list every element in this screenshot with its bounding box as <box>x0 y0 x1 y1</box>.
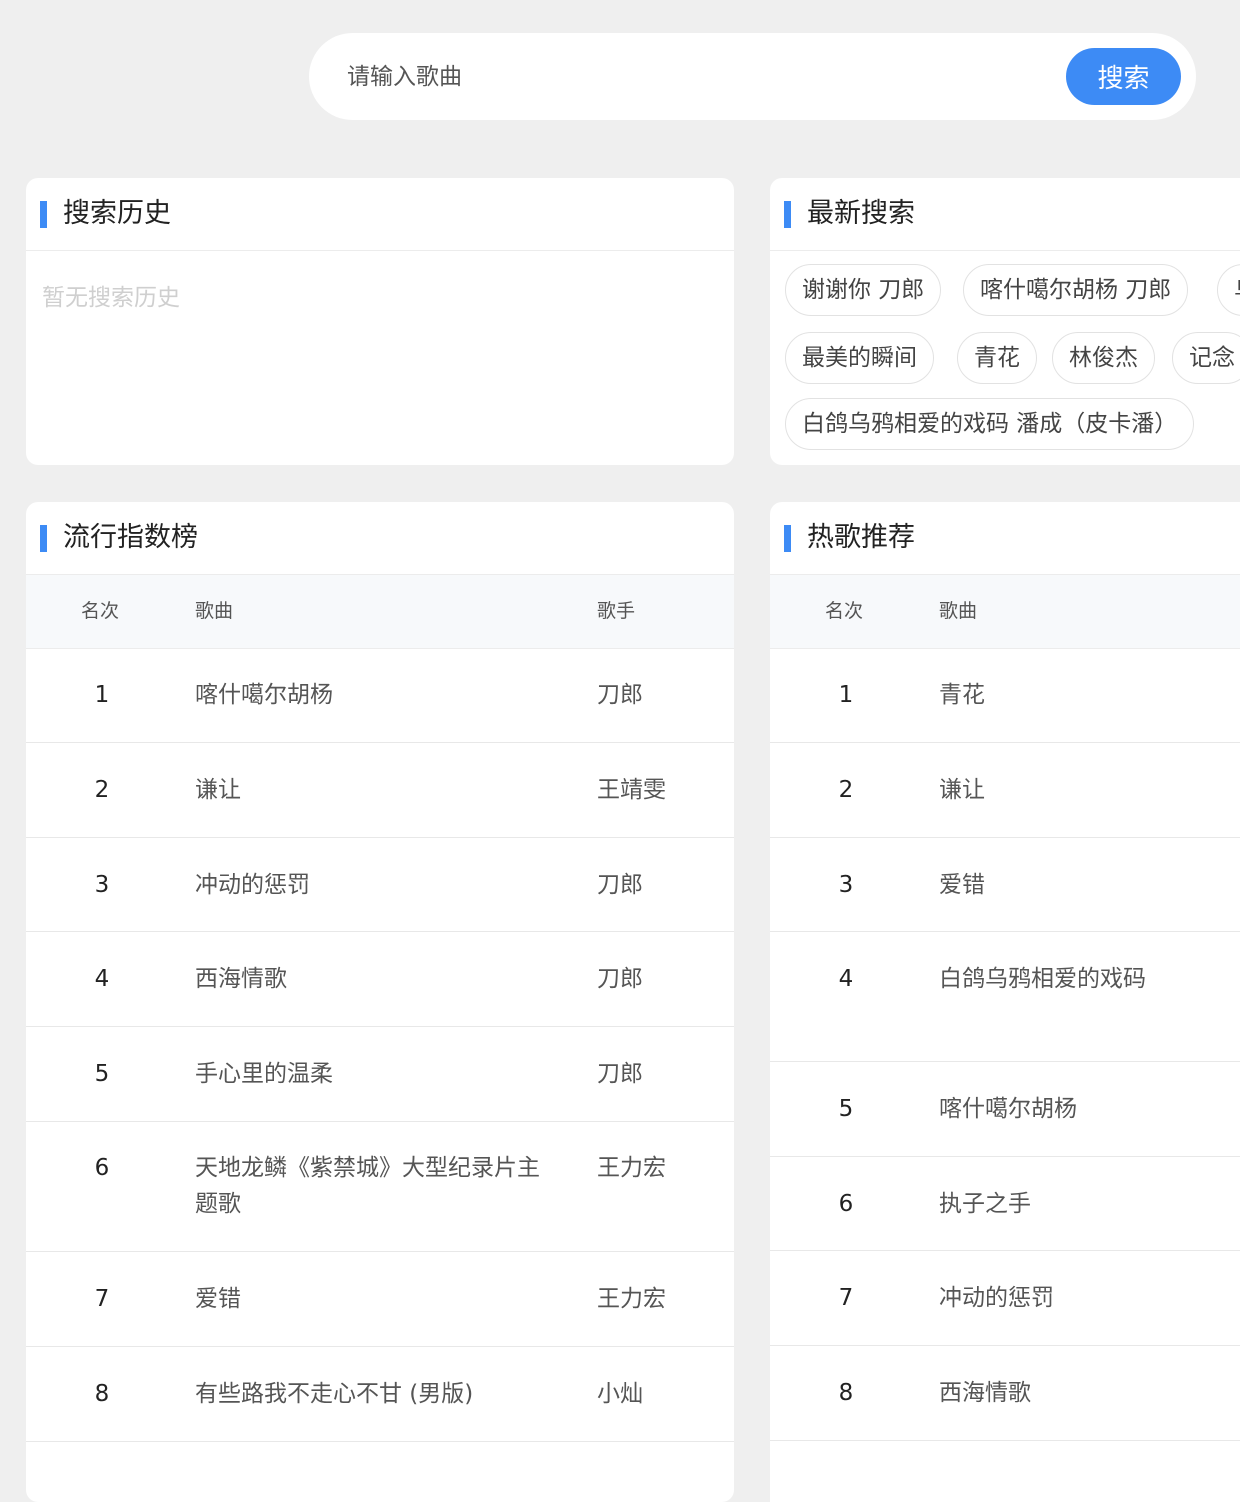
table-row[interactable]: 5 喀什噶尔胡杨 <box>770 1062 1240 1157</box>
card-header: 搜索历史 <box>26 178 734 251</box>
empty-history-text: 暂无搜索历史 <box>42 285 180 311</box>
song-cell[interactable]: 天地龙鳞《紫禁城》大型纪录片主题歌 <box>195 1150 555 1222</box>
table-row[interactable]: 4 西海情歌 刀郎 <box>26 932 734 1027</box>
song-cell[interactable]: 青花 <box>939 677 1239 713</box>
song-cell[interactable]: 谦让 <box>195 772 555 808</box>
song-cell[interactable]: 爱错 <box>939 867 1239 903</box>
search-input[interactable] <box>345 51 1029 103</box>
song-cell[interactable]: 谦让 <box>939 772 1239 808</box>
table-row[interactable]: 2 谦让 王靖雯 <box>26 743 734 838</box>
rank-cell: 2 <box>838 777 854 803</box>
table-row[interactable]: 1 青花 <box>770 648 1240 743</box>
search-tag[interactable]: 白鸽乌鸦相爱的戏码 潘成（皮卡潘） <box>785 398 1195 450</box>
rank-cell: 8 <box>94 1381 110 1407</box>
search-tag[interactable]: 林俊杰 <box>1052 332 1155 384</box>
search-tag[interactable]: 喀什噶尔胡杨 刀郎 <box>963 264 1189 316</box>
artist-cell[interactable]: 小灿 <box>597 1376 643 1412</box>
song-column-header: 歌曲 <box>195 600 234 622</box>
search-history-title: 搜索历史 <box>63 198 171 229</box>
artist-cell[interactable]: 刀郎 <box>597 961 643 997</box>
artist-cell[interactable]: 刀郎 <box>597 867 643 903</box>
rank-cell: 5 <box>94 1061 110 1087</box>
table-row[interactable]: 5 手心里的温柔 刀郎 <box>26 1027 734 1122</box>
table-row[interactable]: 6 天地龙鳞《紫禁城》大型纪录片主题歌 王力宏 <box>26 1122 734 1252</box>
rank-cell: 6 <box>838 1191 854 1217</box>
title-accent-bar <box>40 525 47 552</box>
artist-cell[interactable]: 刀郎 <box>597 677 643 713</box>
search-history-card: 搜索历史 暂无搜索历史 <box>26 178 734 465</box>
artist-cell[interactable]: 刀郎 <box>597 1056 643 1092</box>
latest-search-card: 最新搜索 谢谢你 刀郎 喀什噶尔胡杨 刀郎 乌 最美的瞬间 青花 林俊杰 记念 … <box>770 178 1240 465</box>
rank-column-header: 名次 <box>81 600 120 622</box>
table-row[interactable]: 8 有些路我不走心不甘 (男版) 小灿 <box>26 1347 734 1442</box>
rank-cell: 8 <box>838 1380 854 1406</box>
title-accent-bar <box>784 525 791 552</box>
song-cell[interactable]: 白鸽乌鸦相爱的戏码 <box>939 961 1239 997</box>
search-tag[interactable]: 青花 <box>957 332 1037 384</box>
song-cell[interactable]: 喀什噶尔胡杨 <box>195 677 555 713</box>
artist-cell[interactable]: 王力宏 <box>597 1150 666 1186</box>
latest-search-title: 最新搜索 <box>807 198 915 229</box>
search-bar: 搜索 <box>309 33 1196 120</box>
table-row[interactable]: 3 冲动的惩罚 刀郎 <box>26 838 734 932</box>
rank-cell: 7 <box>94 1286 110 1312</box>
rank-cell: 5 <box>838 1096 854 1122</box>
song-cell[interactable]: 冲动的惩罚 <box>195 867 555 903</box>
rank-column-header: 名次 <box>825 600 864 622</box>
rank-cell: 4 <box>94 966 110 992</box>
search-tag[interactable]: 乌 <box>1217 264 1240 316</box>
card-header: 最新搜索 <box>770 178 1240 251</box>
rank-cell: 1 <box>838 682 854 708</box>
rank-cell: 3 <box>838 872 854 898</box>
title-accent-bar <box>784 201 791 228</box>
artist-cell[interactable]: 王靖雯 <box>597 772 666 808</box>
search-tag[interactable]: 记念 <box>1172 332 1240 384</box>
song-cell[interactable]: 执子之手 <box>939 1186 1239 1222</box>
search-tag[interactable]: 谢谢你 刀郎 <box>785 264 942 316</box>
popular-index-title: 流行指数榜 <box>63 522 198 553</box>
song-cell[interactable]: 西海情歌 <box>195 961 555 997</box>
table-row[interactable]: 8 西海情歌 <box>770 1346 1240 1441</box>
title-accent-bar <box>40 201 47 228</box>
table-row[interactable]: 6 执子之手 <box>770 1157 1240 1251</box>
card-header: 流行指数榜 <box>26 502 734 575</box>
table-row[interactable]: 7 爱错 王力宏 <box>26 1252 734 1347</box>
card-header: 热歌推荐 <box>770 502 1240 575</box>
hot-songs-title: 热歌推荐 <box>807 522 915 553</box>
table-header: 名次 歌曲 <box>770 575 1240 649</box>
song-cell[interactable]: 喀什噶尔胡杨 <box>939 1091 1239 1127</box>
table-row[interactable]: 1 喀什噶尔胡杨 刀郎 <box>26 648 734 743</box>
table-row[interactable]: 2 谦让 <box>770 743 1240 838</box>
search-button[interactable]: 搜索 <box>1066 48 1181 105</box>
table-row[interactable]: 4 白鸽乌鸦相爱的戏码 <box>770 932 1240 1062</box>
song-cell[interactable]: 手心里的温柔 <box>195 1056 555 1092</box>
popular-index-card: 流行指数榜 名次 歌曲 歌手 1 喀什噶尔胡杨 刀郎 2 谦让 王靖雯 3 冲动… <box>26 502 734 1502</box>
song-cell[interactable]: 西海情歌 <box>939 1375 1239 1411</box>
search-tag[interactable]: 最美的瞬间 <box>785 332 934 384</box>
table-row[interactable]: 3 爱错 <box>770 838 1240 932</box>
song-cell[interactable]: 有些路我不走心不甘 (男版) <box>195 1376 575 1412</box>
rank-cell: 7 <box>838 1285 854 1311</box>
song-cell[interactable]: 爱错 <box>195 1281 555 1317</box>
table-row[interactable]: 7 冲动的惩罚 <box>770 1251 1240 1346</box>
rank-cell: 6 <box>94 1155 110 1181</box>
table-header: 名次 歌曲 歌手 <box>26 575 734 649</box>
rank-cell: 4 <box>838 966 854 992</box>
artist-cell[interactable]: 王力宏 <box>597 1281 666 1317</box>
rank-cell: 1 <box>94 682 110 708</box>
hot-songs-card: 热歌推荐 名次 歌曲 1 青花 2 谦让 3 爱错 4 白鸽乌鸦相爱的戏码 5 … <box>770 502 1240 1502</box>
artist-column-header: 歌手 <box>597 600 636 622</box>
rank-cell: 3 <box>94 872 110 898</box>
song-column-header: 歌曲 <box>939 600 978 622</box>
song-cell[interactable]: 冲动的惩罚 <box>939 1280 1239 1316</box>
rank-cell: 2 <box>94 777 110 803</box>
